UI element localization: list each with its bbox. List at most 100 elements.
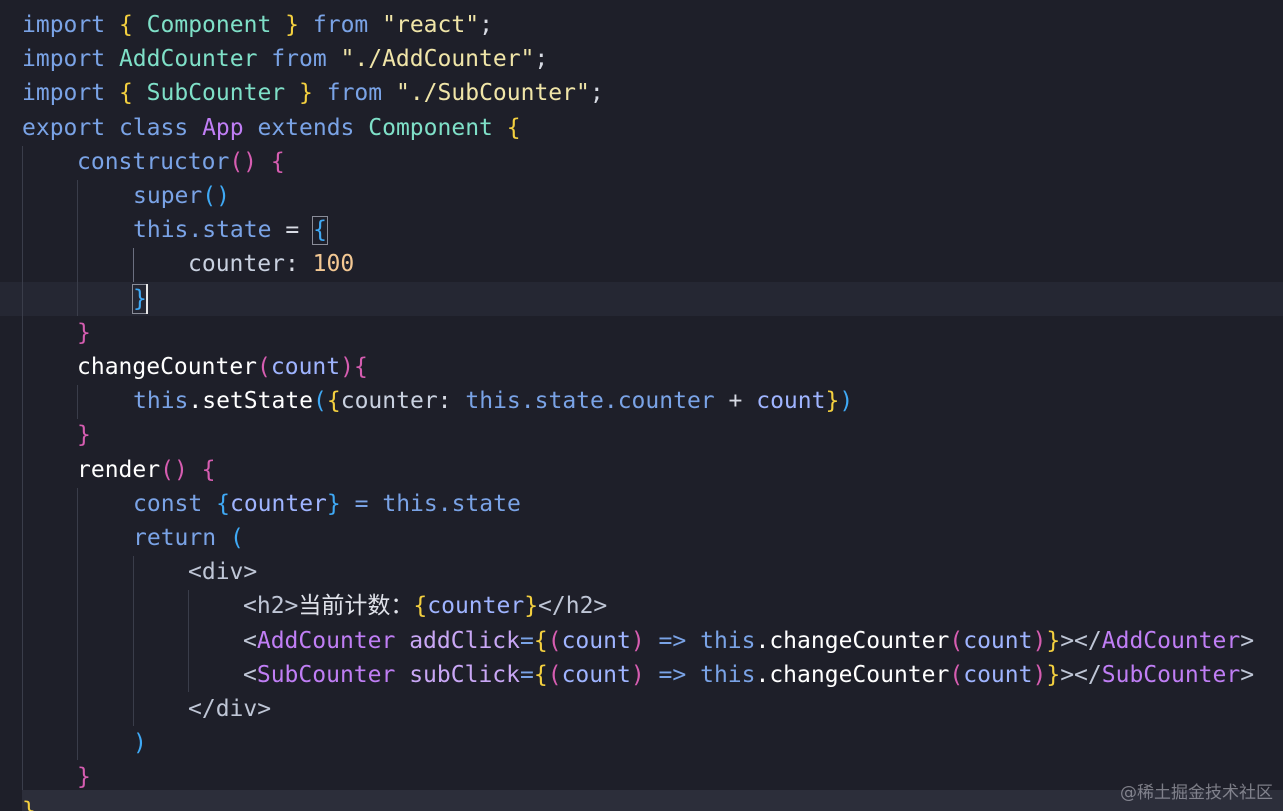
paren: ( xyxy=(949,628,964,654)
brace: { xyxy=(270,149,285,175)
brace: } xyxy=(326,491,341,517)
jsx-bracket: < xyxy=(243,662,257,688)
method-name: changeCounter xyxy=(77,354,258,380)
semicolon: ; xyxy=(534,46,549,72)
jsx-tag: </div> xyxy=(188,696,272,722)
component-name: AddCounter xyxy=(256,628,396,654)
operator: = xyxy=(354,491,369,517)
code-line-24: } xyxy=(0,794,1283,811)
class-name: Component xyxy=(368,115,493,141)
parameter: count xyxy=(270,354,341,380)
bracket-match-highlight xyxy=(312,216,328,245)
method-call: .setState xyxy=(188,388,314,414)
brace: } xyxy=(825,388,840,414)
keyword: import xyxy=(22,80,106,106)
paren: ( xyxy=(547,628,562,654)
method-call: .changeCounter xyxy=(755,628,950,654)
brace: } xyxy=(1046,628,1061,654)
colon: : xyxy=(437,388,452,414)
paren: () xyxy=(202,183,230,209)
class-name: Component xyxy=(146,12,272,38)
keyword: this xyxy=(465,388,521,414)
jsx-bracket: > xyxy=(1060,628,1075,654)
component-name: SubCounter xyxy=(1101,662,1241,688)
code-line-2: import AddCounter from "./AddCounter"; xyxy=(0,42,1283,76)
jsx-tag: <div> xyxy=(188,559,258,585)
operator: = xyxy=(285,217,300,243)
class-name: App xyxy=(202,115,244,141)
brace: } xyxy=(524,593,539,619)
keyword: from xyxy=(271,46,327,72)
code-line-19: <AddCounter addClick={(count) => this.ch… xyxy=(0,624,1283,658)
code-line-22: ) xyxy=(0,726,1283,760)
brace: } xyxy=(299,80,313,106)
brace: } xyxy=(22,798,36,811)
operator: + xyxy=(728,388,743,414)
code-line-11: changeCounter(count){ xyxy=(0,350,1283,384)
variable: counter xyxy=(427,593,525,619)
semicolon: ; xyxy=(479,12,493,38)
paren: ) xyxy=(630,628,645,654)
brace: { xyxy=(533,662,548,688)
brace: } xyxy=(77,320,91,346)
jsx-attribute: addClick xyxy=(409,628,520,654)
parameter: count xyxy=(963,628,1033,654)
watermark: @稀土掘金技术社区 xyxy=(1120,783,1273,803)
variable: counter xyxy=(229,491,327,517)
code-line-9: } xyxy=(0,282,1283,316)
method-name: constructor xyxy=(77,149,230,175)
keyword: this xyxy=(382,491,438,517)
class-name: SubCounter xyxy=(146,80,286,106)
brace: } xyxy=(77,764,91,790)
jsx-bracket: </ xyxy=(1074,628,1102,654)
code-editor[interactable]: import { Component } from "react"; impor… xyxy=(0,0,1283,811)
number: 100 xyxy=(312,251,355,277)
brace: { xyxy=(353,354,368,380)
property: .state xyxy=(188,217,272,243)
jsx-bracket: > xyxy=(1240,662,1255,688)
code-line-23: } xyxy=(0,760,1283,794)
keyword: from xyxy=(312,12,369,38)
paren: ) xyxy=(133,730,147,756)
brace: { xyxy=(506,115,521,141)
keyword: import xyxy=(22,12,106,38)
brace: { xyxy=(533,628,548,654)
arrow: => xyxy=(658,662,687,688)
jsx-bracket: </ xyxy=(1074,662,1102,688)
code-line-13: } xyxy=(0,418,1283,452)
jsx-tag: </h2> xyxy=(538,593,608,619)
brace: { xyxy=(118,80,133,106)
paren: ) xyxy=(340,354,354,380)
brace: { xyxy=(413,593,428,619)
code-line-12: this.setState({counter: this.state.count… xyxy=(0,384,1283,418)
paren: ( xyxy=(547,662,562,688)
code-line-16: return ( xyxy=(0,521,1283,555)
brace: { xyxy=(118,12,133,38)
code-line-7: this.state = { xyxy=(0,213,1283,247)
semicolon: ; xyxy=(589,80,604,106)
code-line-8: counter: 100 xyxy=(0,247,1283,281)
brace: { xyxy=(201,457,216,483)
code-line-15: const {counter} = this.state xyxy=(0,487,1283,521)
string: "react" xyxy=(382,12,480,38)
brace: { xyxy=(216,491,230,517)
code-line-14: render() { xyxy=(0,453,1283,487)
arrow: => xyxy=(658,628,687,654)
code-line-17: <div> xyxy=(0,555,1283,589)
code-line-18: <h2>当前计数：{counter}</h2> xyxy=(0,589,1283,623)
component-name: AddCounter xyxy=(1101,628,1241,654)
paren: ( xyxy=(257,354,271,380)
paren: () xyxy=(160,457,188,483)
code-line-3: import { SubCounter } from "./SubCounter… xyxy=(0,76,1283,110)
class-name: AddCounter xyxy=(118,46,258,72)
code-line-6: super() xyxy=(0,179,1283,213)
component-name: SubCounter xyxy=(256,662,396,688)
property: counter xyxy=(340,388,438,414)
keyword: const xyxy=(133,491,203,517)
keyword: this xyxy=(700,662,756,688)
operator: = xyxy=(519,628,534,654)
paren: ( xyxy=(949,662,964,688)
paren: ) xyxy=(630,662,645,688)
keyword: this xyxy=(133,388,189,414)
colon: : xyxy=(284,251,299,277)
